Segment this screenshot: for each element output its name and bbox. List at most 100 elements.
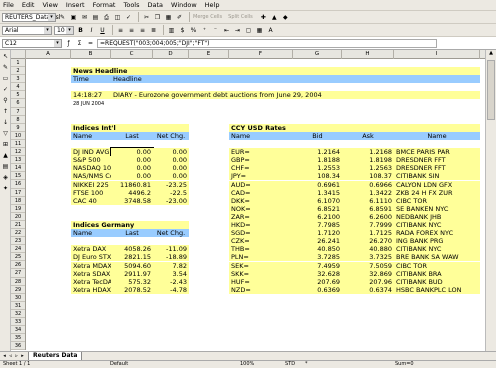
first-sheet-icon[interactable]: ◂: [2, 353, 7, 360]
column-header-f[interactable]: F: [229, 50, 293, 59]
fx-ask[interactable]: 108.37: [342, 172, 394, 181]
row-header[interactable]: 7: [11, 108, 25, 116]
align-center-icon[interactable]: ≡: [127, 26, 136, 35]
index-name[interactable]: NIKKEI 225: [71, 180, 111, 189]
fx-header-ask[interactable]: Ask: [342, 131, 394, 140]
formula-input[interactable]: =REQUEST("003;004;005;"DJI";"FT"): [97, 38, 437, 48]
export-pdf-icon[interactable]: ▤: [91, 13, 100, 22]
column-header-e[interactable]: E: [189, 50, 229, 59]
sum-icon[interactable]: Σ: [75, 39, 84, 48]
menu-item-view[interactable]: View: [42, 1, 57, 9]
fx-source[interactable]: ZKB 24 H FX ZUR: [394, 188, 480, 197]
germany-index-last[interactable]: 4058.26: [111, 245, 153, 254]
index-last[interactable]: 0.00: [111, 156, 153, 165]
fx-bid[interactable]: 0.6961: [293, 180, 342, 189]
fx-ask[interactable]: 1.2563: [342, 164, 394, 173]
germany-header-netchg[interactable]: Net Chg.: [153, 229, 189, 238]
fx-bid[interactable]: 32.628: [293, 269, 342, 278]
germany-index-name[interactable]: Xetra TecDAX: [71, 277, 111, 286]
row-header[interactable]: 35: [11, 334, 25, 343]
fx-bid[interactable]: 108.34: [293, 172, 342, 181]
row-header[interactable]: 31: [11, 302, 25, 310]
row-header[interactable]: 14: [11, 164, 25, 173]
fx-ask[interactable]: 1.2168: [342, 148, 394, 157]
background-color-icon[interactable]: ▦: [255, 26, 264, 35]
germany-index-last[interactable]: 2078.52: [111, 285, 153, 294]
row-header[interactable]: 6: [11, 99, 25, 108]
index-last[interactable]: 0.00: [110, 147, 154, 158]
menu-item-data[interactable]: Data: [148, 1, 164, 9]
vertical-scrollbar[interactable]: ▲: [485, 50, 496, 351]
row-header[interactable]: 36: [11, 342, 25, 351]
fx-currency[interactable]: HKD=: [229, 221, 293, 229]
italic-icon[interactable]: I: [87, 26, 96, 35]
row-header[interactable]: 12: [11, 148, 25, 157]
fx-source[interactable]: CIBC TOR: [394, 196, 480, 205]
bold-icon[interactable]: B: [76, 26, 85, 35]
germany-index-name[interactable]: Xetra SDAX: [71, 269, 111, 278]
index-name[interactable]: S&P 500: [71, 156, 111, 165]
germany-index-name[interactable]: DJ Euro STX 50: [71, 253, 111, 262]
fx-bid[interactable]: 7.4959: [293, 261, 342, 270]
fx-bid[interactable]: 6.1070: [293, 196, 342, 205]
fx-ask[interactable]: 6.1110: [342, 196, 394, 205]
font-name-box[interactable]: Arial ▾: [2, 25, 52, 35]
preview-icon[interactable]: ◫: [113, 13, 122, 22]
chevron-down-icon[interactable]: ▾: [48, 13, 55, 21]
fx-ask[interactable]: 6.2600: [342, 212, 394, 221]
column-header-b[interactable]: B: [71, 50, 111, 59]
germany-index-last[interactable]: 5094.60: [111, 261, 153, 270]
fx-currency[interactable]: CAD=: [229, 188, 293, 197]
autofilter-icon[interactable]: ▽: [1, 130, 10, 138]
row-header[interactable]: 27: [11, 269, 25, 278]
menu-item-edit[interactable]: Edit: [22, 1, 35, 9]
index-last[interactable]: 3748.58: [111, 196, 153, 205]
fx-bid[interactable]: 3.7285: [293, 253, 342, 262]
row-header[interactable]: 18: [11, 197, 25, 205]
fx-ask[interactable]: 6.8591: [342, 204, 394, 213]
index-net-change[interactable]: 0.00: [153, 156, 189, 165]
fx-source[interactable]: ING BANK PRG: [394, 237, 480, 246]
menu-item-window[interactable]: Window: [171, 1, 197, 9]
news-date[interactable]: 28 JUN 2004: [71, 100, 111, 108]
row-header[interactable]: 22: [11, 229, 25, 238]
fx-ask[interactable]: 26.270: [342, 237, 394, 246]
index-name[interactable]: FTSE 100: [71, 188, 111, 197]
row-header[interactable]: 25: [11, 253, 25, 262]
index-name[interactable]: CAC 40: [71, 196, 111, 205]
email-icon[interactable]: ✉: [80, 13, 89, 22]
status-zoom[interactable]: 100%: [240, 361, 254, 368]
datasource-icon[interactable]: ▤: [1, 163, 10, 171]
fx-ask[interactable]: 32.869: [342, 269, 394, 278]
index-net-change[interactable]: 0.00: [153, 172, 189, 181]
fx-bid[interactable]: 6.8521: [293, 204, 342, 213]
germany-index-net-change[interactable]: -11.09: [153, 245, 189, 254]
index-net-change[interactable]: 0.00: [153, 148, 189, 157]
column-header-i[interactable]: I: [394, 50, 480, 59]
germany-header-last[interactable]: Last: [111, 229, 153, 238]
fx-source[interactable]: CITIBANK BUD: [394, 277, 480, 286]
germany-index-name[interactable]: Xetra DAX: [71, 245, 111, 254]
index-last[interactable]: 11860.81: [111, 180, 153, 189]
file-name-box[interactable]: REUTERS_Data.xsl ▾: [2, 12, 60, 22]
gallery-icon[interactable]: ◈: [1, 174, 10, 182]
sort-desc-icon[interactable]: ↓: [1, 119, 10, 127]
currency-icon[interactable]: $: [178, 26, 187, 35]
fx-source[interactable]: CITIBANK NYC: [394, 245, 480, 254]
spellcheck-icon[interactable]: ✓: [124, 13, 133, 22]
index-net-change[interactable]: -23.00: [153, 196, 189, 205]
fx-currency[interactable]: HUF=: [229, 277, 293, 286]
fx-source[interactable]: RADA FOREX NYC: [394, 229, 480, 238]
fx-ask[interactable]: 7.7999: [342, 221, 394, 229]
fx-currency[interactable]: PLN=: [229, 253, 293, 262]
chart-icon[interactable]: ▲: [270, 13, 279, 22]
font-size-box[interactable]: 10 ▾: [54, 25, 74, 35]
name-box[interactable]: C12 ▾: [2, 38, 62, 48]
row-header[interactable]: 28: [11, 278, 25, 286]
chevron-down-icon[interactable]: ▾: [44, 26, 51, 34]
column-header-a[interactable]: A: [26, 50, 71, 59]
borders-icon[interactable]: ▢: [244, 26, 253, 35]
row-header[interactable]: 29: [11, 286, 25, 294]
news-time[interactable]: 14:18:27: [71, 91, 111, 100]
fx-bid[interactable]: 0.6369: [293, 285, 342, 294]
